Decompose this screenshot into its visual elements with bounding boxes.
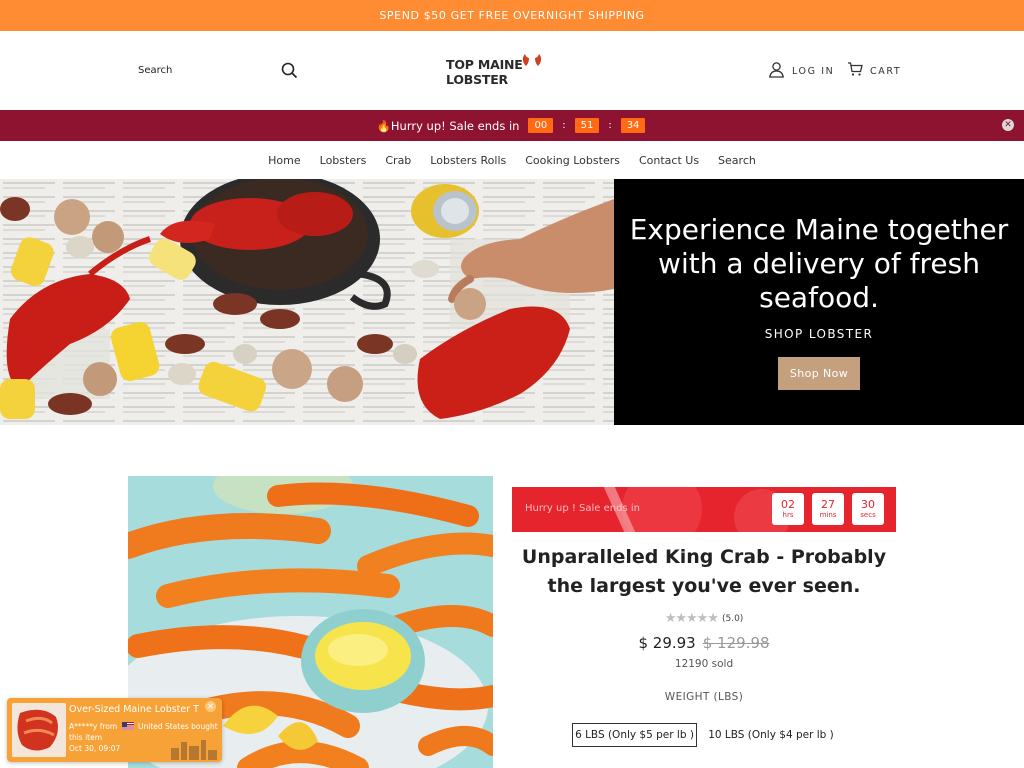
sale-countdown-bar: 🔥Hurry up! Sale ends in 00 : 51 : 34 ✕ bbox=[0, 110, 1024, 141]
countdown-seconds: 34 bbox=[620, 118, 646, 133]
promo-timer: 02 hrs 27 mins 30 secs bbox=[772, 493, 884, 525]
star-rating-icon: ★★★★★ bbox=[664, 611, 719, 626]
cart-link[interactable]: CART bbox=[847, 61, 901, 81]
close-icon[interactable]: ✕ bbox=[1002, 119, 1014, 131]
login-label[interactable]: LOG IN bbox=[792, 66, 834, 77]
product-price: $ 29.93 bbox=[638, 634, 696, 652]
announcement-bar: SPEND $50 GET FREE OVERNIGHT SHIPPING bbox=[0, 0, 1024, 31]
timer-unit: secs bbox=[860, 510, 876, 519]
promo-timer-seconds: 30 secs bbox=[852, 493, 884, 525]
timer-value: 27 bbox=[821, 497, 835, 511]
notification-buyer: A*****y from bbox=[69, 722, 118, 731]
sold-count: 12190 sold bbox=[674, 658, 734, 670]
announcement-text: SPEND $50 GET FREE OVERNIGHT SHIPPING bbox=[379, 9, 645, 22]
cityscape-icon bbox=[171, 740, 217, 760]
search-icon[interactable] bbox=[278, 59, 300, 81]
option-label: WEIGHT (LBS) bbox=[664, 691, 744, 703]
hero-subtitle: SHOP LOBSTER bbox=[764, 327, 874, 341]
nav-item-crab[interactable]: Crab bbox=[385, 154, 411, 167]
close-icon[interactable]: ✕ bbox=[205, 701, 216, 712]
cart-icon[interactable] bbox=[847, 61, 863, 81]
compare-price: $ 129.98 bbox=[702, 634, 770, 652]
sale-text: 🔥Hurry up! Sale ends in bbox=[376, 118, 520, 133]
product-promo-countdown: Hurry up ! Sale ends in 02 hrs 27 mins 3… bbox=[512, 487, 896, 532]
search-label[interactable]: Search bbox=[138, 65, 172, 76]
nav-item-search[interactable]: Search bbox=[718, 154, 756, 167]
weight-option-6lbs[interactable]: 6 LBS (Only $5 per lb ) bbox=[572, 723, 697, 747]
countdown-hours: 00 bbox=[528, 118, 554, 133]
login-link[interactable]: LOG IN bbox=[768, 61, 834, 82]
weight-option-10lbs[interactable]: 10 LBS (Only $4 per lb ) bbox=[708, 723, 834, 747]
product-title: Unparalleled King Crab - Probably the la… bbox=[521, 546, 887, 597]
timer-unit: hrs bbox=[782, 510, 794, 519]
timer-value: 30 bbox=[861, 497, 875, 511]
hero-image bbox=[0, 179, 614, 425]
nav-item-lobsters[interactable]: Lobsters bbox=[320, 154, 367, 167]
countdown-minutes: 51 bbox=[574, 118, 600, 133]
promo-timer-minutes: 27 mins bbox=[812, 493, 844, 525]
countdown-separator: : bbox=[608, 120, 612, 131]
hero-title: Experience Maine together with a deliver… bbox=[629, 213, 1009, 314]
notification-time: Oct 30, 09:07 bbox=[69, 744, 121, 753]
sales-notification[interactable]: Over-Sized Maine Lobster T... ✕ A*****y … bbox=[7, 698, 222, 762]
lobster-claw-logo-icon bbox=[522, 54, 542, 66]
promo-text: Hurry up ! Sale ends in bbox=[525, 503, 640, 514]
nav-item-cooking-lobsters[interactable]: Cooking Lobsters bbox=[525, 154, 620, 167]
logo-text: TOP MAINE LOBSTER bbox=[446, 57, 523, 87]
main-nav: Home Lobsters Crab Lobsters Rolls Cookin… bbox=[0, 141, 1024, 179]
timer-value: 02 bbox=[781, 497, 795, 511]
cart-label[interactable]: CART bbox=[870, 66, 901, 77]
timer-unit: mins bbox=[819, 510, 837, 519]
rating-value: (5.0) bbox=[721, 613, 744, 624]
price-row: $ 29.93 $ 129.98 bbox=[512, 634, 896, 652]
notification-title[interactable]: Over-Sized Maine Lobster T... bbox=[69, 704, 199, 715]
shop-now-button[interactable]: Shop Now bbox=[778, 357, 860, 390]
notification-product-thumbnail[interactable] bbox=[12, 703, 66, 757]
hero-content: Experience Maine together with a deliver… bbox=[614, 179, 1024, 425]
site-logo[interactable]: TOP MAINE LOBSTER bbox=[446, 53, 578, 87]
user-icon[interactable] bbox=[768, 61, 785, 82]
countdown-separator: : bbox=[562, 120, 566, 131]
site-header: Search TOP MAINE LOBSTER LOG IN CART bbox=[0, 31, 1024, 110]
us-flag-icon bbox=[121, 722, 134, 730]
hero-banner: Experience Maine together with a deliver… bbox=[0, 179, 1024, 425]
nav-item-lobster-rolls[interactable]: Lobsters Rolls bbox=[430, 154, 506, 167]
nav-item-home[interactable]: Home bbox=[268, 154, 300, 167]
nav-item-contact-us[interactable]: Contact Us bbox=[639, 154, 699, 167]
product-rating[interactable]: ★★★★★ (5.0) bbox=[512, 611, 896, 626]
promo-timer-hours: 02 hrs bbox=[772, 493, 804, 525]
header-search[interactable]: Search bbox=[138, 57, 300, 83]
